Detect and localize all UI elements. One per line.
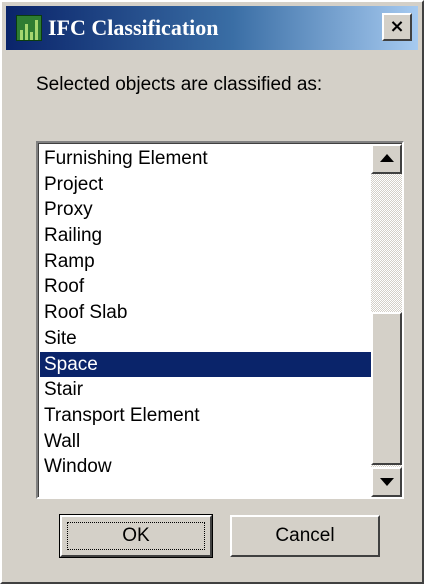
list-items: Furnishing Element Project Proxy Railing Ram… bbox=[40, 146, 373, 480]
ok-button[interactable]: OK bbox=[59, 514, 213, 558]
arrow-down-icon bbox=[380, 478, 394, 486]
classification-prompt: Selected objects are classified as: bbox=[36, 74, 323, 95]
cancel-label: Cancel bbox=[275, 525, 335, 546]
list-item-selected[interactable]: Space bbox=[40, 351, 373, 378]
ok-label: OK bbox=[122, 525, 150, 546]
list-item[interactable]: Roof Slab bbox=[40, 300, 373, 326]
list-item[interactable]: Stair bbox=[40, 377, 373, 403]
classification-listbox[interactable]: Furnishing Element Project Proxy Railing Ram… bbox=[36, 141, 404, 499]
list-item[interactable]: Wall bbox=[40, 429, 373, 455]
list-item[interactable]: Proxy bbox=[40, 197, 373, 223]
window-title: IFC Classification bbox=[48, 15, 219, 40]
list-item[interactable]: Railing bbox=[40, 223, 373, 249]
list-item[interactable]: Roof bbox=[40, 274, 373, 300]
scroll-up-button[interactable] bbox=[371, 144, 402, 174]
scroll-down-button[interactable] bbox=[371, 467, 402, 497]
vertical-scrollbar[interactable] bbox=[371, 144, 402, 497]
ifc-classification-dialog: IFC Classification × Selected objects ar… bbox=[0, 0, 424, 584]
arrow-up-icon bbox=[380, 154, 394, 162]
list-item[interactable]: Transport Element bbox=[40, 403, 373, 429]
list-item[interactable]: Ramp bbox=[40, 249, 373, 275]
title-bar[interactable]: IFC Classification × bbox=[6, 6, 418, 50]
close-icon: × bbox=[389, 16, 405, 37]
list-item[interactable]: Window bbox=[40, 454, 373, 480]
list-item[interactable]: Site bbox=[40, 326, 373, 352]
cancel-button[interactable]: Cancel bbox=[230, 515, 380, 557]
close-button[interactable]: × bbox=[382, 13, 412, 41]
list-item[interactable]: Project bbox=[40, 172, 373, 198]
scroll-thumb[interactable] bbox=[371, 312, 402, 465]
ifc-app-icon bbox=[16, 15, 42, 41]
list-item[interactable]: Furnishing Element bbox=[40, 146, 373, 172]
